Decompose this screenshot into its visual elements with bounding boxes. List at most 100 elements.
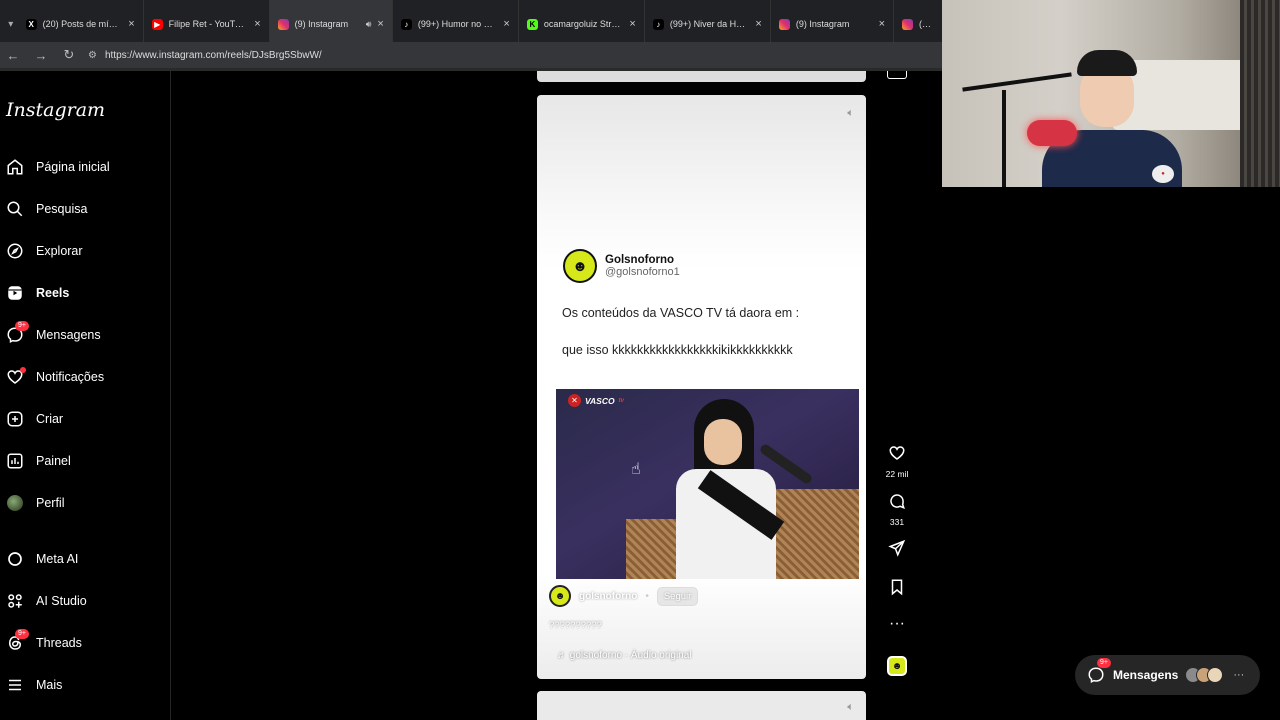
save-button[interactable] <box>882 578 912 601</box>
messenger-icon: 9+ <box>6 321 29 344</box>
previous-reel-avatar[interactable] <box>887 71 907 79</box>
tab-search-dropdown-icon[interactable]: ▾ <box>4 19 18 30</box>
author-username[interactable]: golsnoforno <box>579 591 637 602</box>
site-info-icon[interactable]: ⚙ <box>88 50 97 61</box>
sidebar-item-label: Threads <box>36 636 82 650</box>
tab-title: ocamargoluiz Stream <box>543 19 624 29</box>
messages-floating-button[interactable]: 9+ Mensagens ··· <box>1075 655 1260 695</box>
kick-icon: K <box>526 18 538 30</box>
sidebar-item-label: Explorar <box>36 244 83 258</box>
sidebar-item-messages[interactable]: 9+ Mensagens <box>6 320 101 350</box>
tab-tiktok-niver[interactable]: ♪ (99+) Niver da Hada × <box>645 0 771 48</box>
bookmark-icon <box>891 579 903 596</box>
back-icon[interactable]: ← <box>4 48 22 63</box>
tab-kick[interactable]: K ocamargoluiz Stream × <box>519 0 645 48</box>
sidebar-item-dashboard[interactable]: Painel <box>6 446 71 476</box>
tweet-avatar: ☻ <box>563 249 597 283</box>
heart-icon <box>889 446 905 460</box>
instagram-logo[interactable]: Instagram <box>6 99 105 121</box>
sidebar-item-label: Criar <box>36 412 64 426</box>
close-icon[interactable]: × <box>629 18 635 30</box>
sidebar-item-label: Mais <box>36 678 63 692</box>
vasco-logo-suffix: tv <box>618 397 624 404</box>
tab-instagram-2[interactable]: (9) Instagram × <box>771 0 895 48</box>
sidebar-item-explore[interactable]: Explorar <box>6 236 83 266</box>
search-icon <box>6 200 24 218</box>
sidebar-item-label: AI Studio <box>36 594 87 608</box>
reload-icon[interactable]: ↻ <box>60 47 78 63</box>
close-icon[interactable]: × <box>377 18 383 30</box>
reel-player[interactable]: 🔈︎ ☻ Golsnoforno @golsnoforno1 Os conteú… <box>537 95 866 679</box>
more-options-button[interactable]: ··· <box>882 616 912 632</box>
close-icon[interactable]: × <box>879 18 885 30</box>
author-avatar[interactable]: ☻ <box>549 585 571 607</box>
comment-button[interactable]: 331 <box>882 492 912 527</box>
reels-icon <box>6 284 24 302</box>
next-reel[interactable]: 🔈︎ <box>537 691 866 720</box>
close-icon[interactable]: × <box>128 18 134 30</box>
messages-pill-badge: 9+ <box>1097 658 1111 668</box>
tab-title: (9) Inst <box>919 19 931 29</box>
mouse-cursor-icon: ☝ <box>631 461 641 478</box>
messages-badge: 9+ <box>15 321 29 331</box>
sidebar-item-label: Mensagens <box>36 328 101 342</box>
tweet-name: Golsnoforno <box>605 254 674 266</box>
vasco-cross-icon: ✕ <box>568 394 581 407</box>
tab-title: (20) Posts de mídia d <box>42 19 123 29</box>
sidebar-item-notifications[interactable]: Notificações <box>6 362 104 392</box>
follow-button[interactable]: Seguir <box>656 586 699 606</box>
sidebar-item-label: Painel <box>36 454 71 468</box>
embedded-video-frame: ✕ VASCO tv ☝ <box>556 389 859 579</box>
separator-dot: • <box>645 590 649 602</box>
volume-icon[interactable]: 🔈︎ <box>847 701 854 714</box>
sidebar-item-label: Reels <box>36 286 70 300</box>
notification-dot <box>20 367 26 373</box>
forward-icon[interactable]: → <box>32 48 50 63</box>
reel-author-row: ☻ golsnoforno • Seguir <box>549 585 699 607</box>
sidebar-item-profile[interactable]: Perfil <box>6 488 64 518</box>
audio-avatar[interactable]: ☻ <box>887 656 907 676</box>
profile-avatar <box>6 494 24 512</box>
threads-icon: 9+ <box>6 629 29 652</box>
tweet-header: ☻ Golsnoforno @golsnoforno1 <box>563 249 680 283</box>
speaker-icon[interactable]: 🔊︎ <box>366 19 372 30</box>
ellipsis-icon: ··· <box>1233 669 1245 681</box>
instagram-icon <box>902 18 914 30</box>
sidebar-item-meta-ai[interactable]: Meta AI <box>6 544 78 574</box>
url-field[interactable]: ⚙ https://www.instagram.com/reels/DJsBrg… <box>88 50 322 61</box>
tab-youtube[interactable]: ▶ Filipe Ret - YouTube × <box>144 0 270 48</box>
sidebar-item-search[interactable]: Pesquisa <box>6 194 87 224</box>
reel-caption[interactable]: ?????????? <box>549 620 602 631</box>
tab-title: (99+) Humor no Víde <box>417 19 498 29</box>
tweet-text-line1: Os conteúdos da VASCO TV tá daora em : <box>562 306 800 320</box>
sidebar-item-ai-studio[interactable]: AI Studio <box>6 586 87 616</box>
tweet-text-line2: que isso kkkkkkkkkkkkkkkkkikikkkkkkkkkk <box>562 343 793 357</box>
tab-instagram-active[interactable]: (9) Instagram 🔊︎ × <box>269 0 393 48</box>
threads-badge: 9+ <box>15 629 29 639</box>
close-icon[interactable]: × <box>503 18 509 30</box>
tab-title: (9) Instagram <box>795 19 850 29</box>
sidebar-item-threads[interactable]: 9+ Threads <box>6 628 82 658</box>
previous-reel[interactable] <box>537 71 866 82</box>
recent-contacts-avatars <box>1185 667 1224 683</box>
tab-x[interactable]: X (20) Posts de mídia d × <box>18 0 144 48</box>
messages-pill-label: Mensagens <box>1113 668 1179 682</box>
browser-tabbar: ▾ X (20) Posts de mídia d × ▶ Filipe Ret… <box>0 0 942 48</box>
sidebar-item-create[interactable]: Criar <box>6 404 63 434</box>
tab-instagram-3[interactable]: (9) Inst <box>894 0 938 48</box>
woman-with-microphone <box>666 399 786 579</box>
tab-tiktok-humor[interactable]: ♪ (99+) Humor no Víde × <box>393 0 519 48</box>
tiktok-icon: ♪ <box>652 18 664 30</box>
like-button[interactable]: 22 mil <box>882 444 912 479</box>
url-text: https://www.instagram.com/reels/DJsBrg5S… <box>104 49 322 61</box>
close-icon[interactable]: × <box>755 18 761 30</box>
sidebar-item-reels[interactable]: Reels <box>6 278 69 308</box>
reel-audio[interactable]: ♬ golsnoforno · Áudio original <box>557 650 692 661</box>
meta-ai-icon <box>6 550 24 568</box>
sidebar-item-more[interactable]: Mais <box>6 670 62 700</box>
sidebar-item-home[interactable]: Página inicial <box>6 152 110 182</box>
volume-icon[interactable]: 🔈︎ <box>847 107 854 120</box>
close-icon[interactable]: × <box>254 18 260 30</box>
share-button[interactable] <box>882 539 912 562</box>
tab-title: (9) Instagram <box>294 19 349 29</box>
